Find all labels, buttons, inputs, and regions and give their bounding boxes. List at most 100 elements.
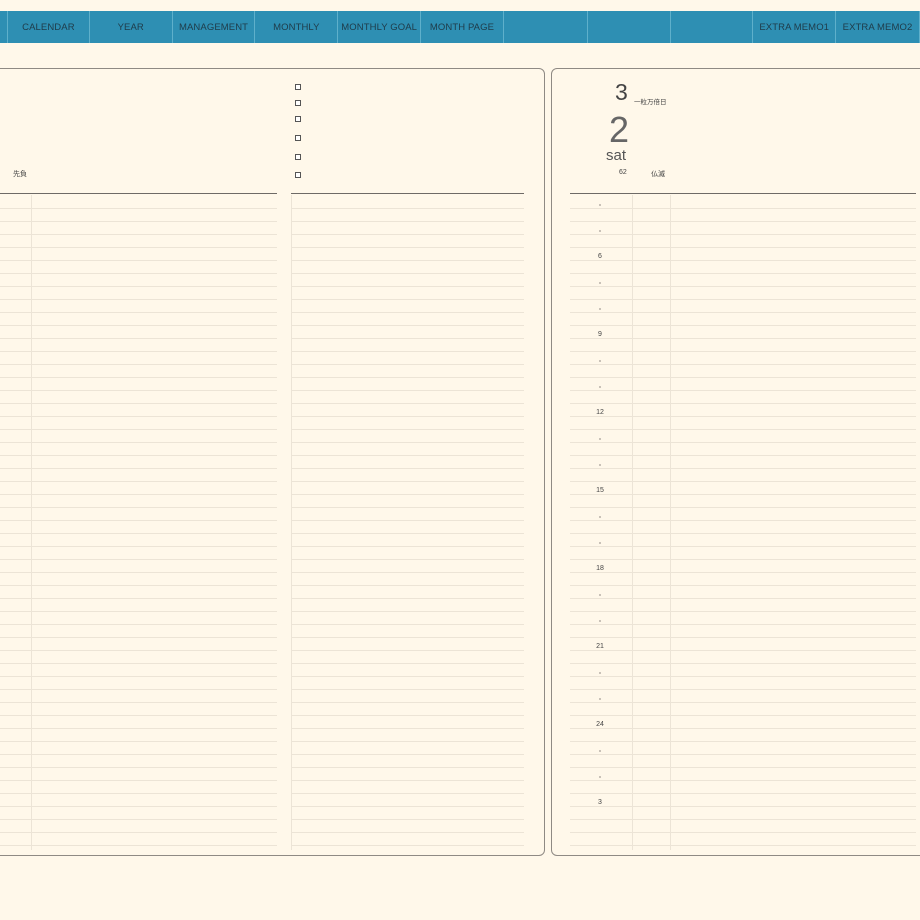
ruled-line <box>0 390 277 391</box>
ruled-line <box>291 611 524 612</box>
ruled-line <box>0 208 277 209</box>
ruled-line <box>0 572 277 573</box>
ruled-line <box>570 806 916 807</box>
tab-month-page[interactable]: MONTH PAGE <box>421 11 504 43</box>
left-margin-rule <box>31 195 32 850</box>
ruled-line <box>570 325 916 326</box>
ruled-line <box>291 260 524 261</box>
ruled-line <box>291 507 524 508</box>
half-hour-dot <box>599 386 601 388</box>
ruled-line <box>0 468 277 469</box>
hour-label: 3 <box>598 799 602 806</box>
ruled-line <box>291 559 524 560</box>
ruled-line <box>0 793 277 794</box>
tab-management[interactable]: MANAGEMENT <box>173 11 256 43</box>
ruled-line <box>0 676 277 677</box>
half-hour-dot <box>599 594 601 596</box>
half-hour-dot <box>599 516 601 518</box>
ruled-line <box>291 572 524 573</box>
ruled-line <box>570 637 916 638</box>
day-of-year: 62 <box>619 169 627 176</box>
half-hour-dot <box>599 204 601 206</box>
ruled-line <box>291 702 524 703</box>
ruled-line <box>0 533 277 534</box>
ruled-line <box>0 689 277 690</box>
tab-empty-9[interactable] <box>671 11 754 43</box>
ruled-line <box>291 364 524 365</box>
month-note: 一粒万倍日 <box>634 99 667 106</box>
ruled-line <box>291 312 524 313</box>
ruled-line <box>291 845 524 846</box>
ruled-line <box>291 676 524 677</box>
ruled-line <box>0 845 277 846</box>
ruled-line <box>291 377 524 378</box>
ruled-line <box>0 338 277 339</box>
ruled-line <box>291 585 524 586</box>
ruled-line <box>0 715 277 716</box>
half-hour-dot <box>599 360 601 362</box>
ruled-line <box>0 819 277 820</box>
ruled-line <box>0 559 277 560</box>
hour-label: 9 <box>598 331 602 338</box>
time-column-rule-1 <box>632 195 633 850</box>
ruled-line <box>291 598 524 599</box>
ruled-line <box>291 351 524 352</box>
todo-checkbox-6[interactable] <box>295 172 301 178</box>
todo-margin-rule <box>291 195 292 850</box>
ruled-line <box>0 780 277 781</box>
ruled-line <box>0 442 277 443</box>
ruled-line <box>0 507 277 508</box>
ruled-line <box>291 286 524 287</box>
rokuyo-label-right: 仏滅 <box>651 171 665 178</box>
ruled-line <box>0 546 277 547</box>
ruled-line <box>0 247 277 248</box>
tab-empty-8[interactable] <box>588 11 671 43</box>
ruled-line <box>570 702 916 703</box>
tab-extra-memo1[interactable]: EXTRA MEMO1 <box>753 11 837 43</box>
ruled-line <box>570 299 916 300</box>
ruled-line <box>291 338 524 339</box>
hour-label: 21 <box>596 643 604 650</box>
ruled-line <box>570 221 916 222</box>
todo-checkbox-5[interactable] <box>295 154 301 160</box>
tab-monthly[interactable]: MONTHLY <box>255 11 339 43</box>
ruled-line <box>570 559 916 560</box>
ruled-line <box>0 273 277 274</box>
ruled-line <box>291 780 524 781</box>
tab-year[interactable]: YEAR <box>90 11 173 43</box>
ruled-line <box>291 806 524 807</box>
ruled-line <box>570 689 916 690</box>
half-hour-dot <box>599 698 601 700</box>
todo-checkbox-2[interactable] <box>295 100 301 106</box>
todo-checkbox-3[interactable] <box>295 116 301 122</box>
top-nav-bar: CALENDAR YEAR MANAGEMENT MONTHLY MONTHLY GOA… <box>0 11 920 43</box>
ruled-line <box>570 312 916 313</box>
half-hour-dot <box>599 282 601 284</box>
ruled-line <box>291 234 524 235</box>
ruled-line <box>570 273 916 274</box>
ruled-line <box>291 416 524 417</box>
ruled-line <box>570 572 916 573</box>
tab-monthly-goal[interactable]: MONTHLY GOAL <box>338 11 422 43</box>
tab-calendar[interactable]: CALENDAR <box>8 11 90 43</box>
ruled-line <box>0 767 277 768</box>
ruled-line <box>291 832 524 833</box>
ruled-line <box>291 689 524 690</box>
ruled-line <box>570 754 916 755</box>
half-hour-dot <box>599 620 601 622</box>
todo-checkbox-1[interactable] <box>295 84 301 90</box>
tab-empty-7[interactable] <box>504 11 588 43</box>
ruled-line <box>0 416 277 417</box>
tab-empty-0[interactable] <box>0 11 8 43</box>
ruled-line <box>570 624 916 625</box>
day-number: 2 <box>609 109 630 150</box>
ruled-line <box>570 429 916 430</box>
ruled-line <box>0 702 277 703</box>
ruled-line <box>570 819 916 820</box>
todo-checkbox-4[interactable] <box>295 135 301 141</box>
half-hour-dot <box>599 542 601 544</box>
ruled-line <box>291 299 524 300</box>
ruled-line <box>0 351 277 352</box>
tab-extra-memo2[interactable]: EXTRA MEMO2 <box>836 11 920 43</box>
ruled-line <box>570 650 916 651</box>
